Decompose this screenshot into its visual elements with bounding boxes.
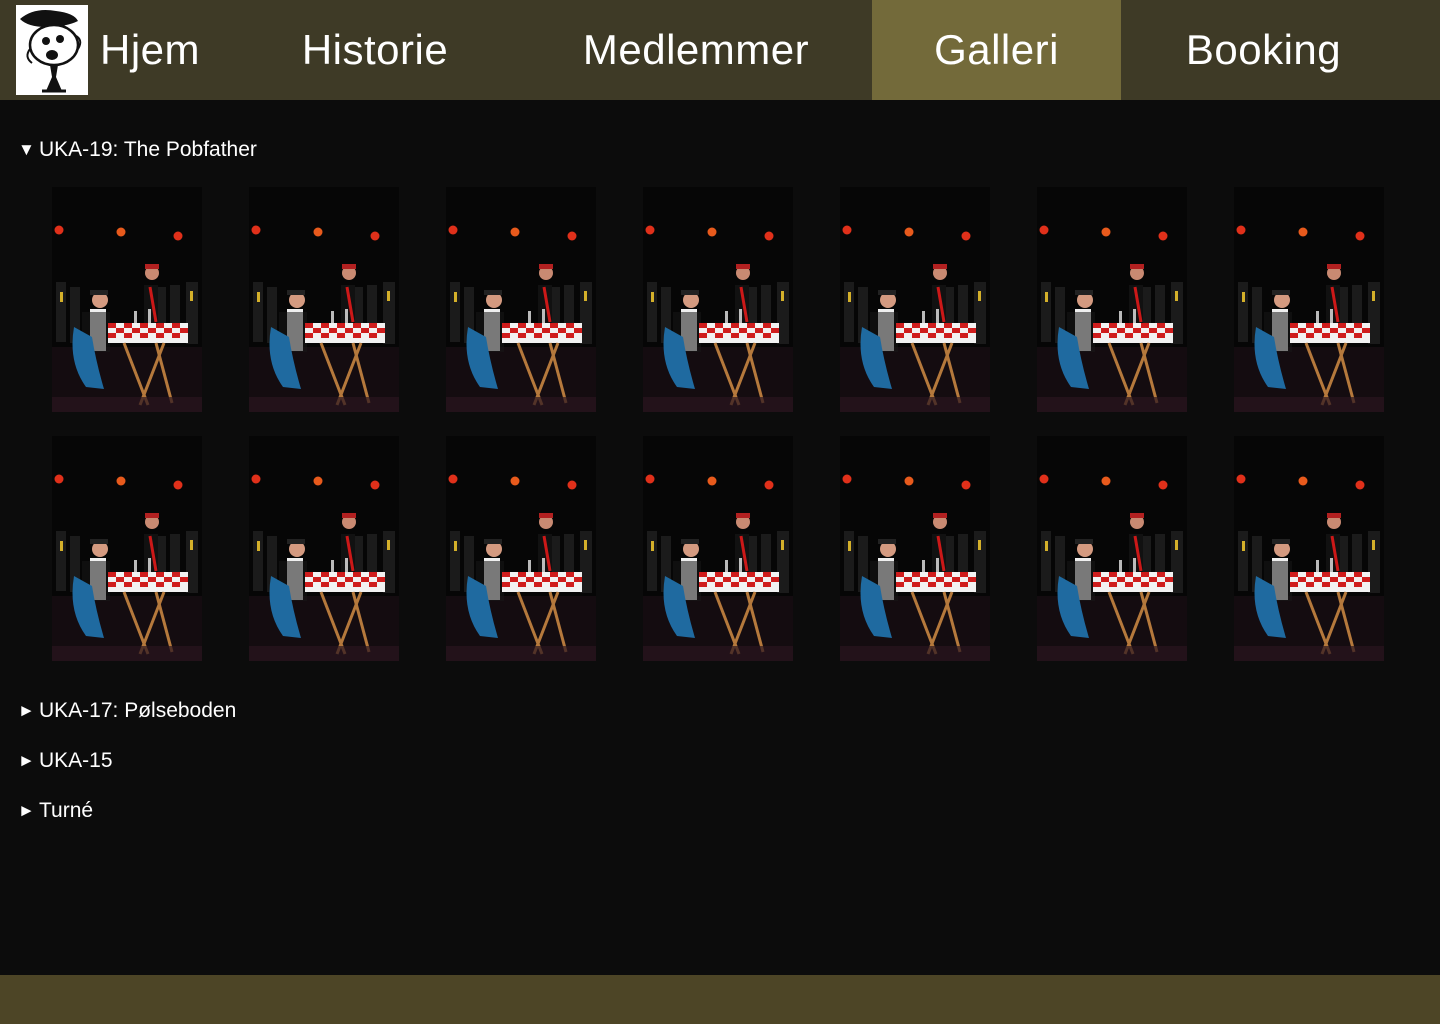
- section-uka17-toggle[interactable]: ► UKA-17: Pølseboden: [18, 696, 236, 726]
- nav-hjem[interactable]: Hjem: [100, 0, 200, 100]
- section-uka19-toggle[interactable]: ▼ UKA-19: The Pobfather: [18, 135, 257, 165]
- section-title: UKA-17: Pølseboden: [39, 699, 237, 722]
- gallery-photo[interactable]: [446, 436, 596, 661]
- gallery-photo[interactable]: [1234, 436, 1384, 661]
- section-title: Turné: [39, 799, 94, 822]
- gallery-photo[interactable]: [1234, 187, 1384, 412]
- gallery-photo[interactable]: [446, 187, 596, 412]
- triangle-right-icon: ►: [18, 801, 35, 820]
- gallery-photo[interactable]: [1037, 187, 1187, 412]
- nav-booking[interactable]: Booking: [1121, 0, 1406, 100]
- gallery-photo[interactable]: [249, 436, 399, 661]
- logo-icon[interactable]: [16, 5, 88, 95]
- gallery-photo[interactable]: [643, 436, 793, 661]
- triangle-right-icon: ►: [18, 751, 35, 770]
- nav-historie[interactable]: Historie: [250, 0, 500, 100]
- gallery-photo[interactable]: [52, 187, 202, 412]
- triangle-down-icon: ▼: [18, 140, 35, 159]
- gallery-photo[interactable]: [52, 436, 202, 661]
- section-title: UKA-19: The Pobfather: [39, 138, 257, 161]
- nav-galleri[interactable]: Galleri: [872, 0, 1121, 100]
- footer: [0, 975, 1440, 1024]
- section-title: UKA-15: [39, 749, 113, 772]
- nav-medlemmer[interactable]: Medlemmer: [560, 0, 832, 100]
- gallery-photo[interactable]: [249, 187, 399, 412]
- gallery-photo[interactable]: [643, 187, 793, 412]
- section-turne-toggle[interactable]: ► Turné: [18, 796, 93, 826]
- photo-gallery: [52, 187, 1388, 662]
- top-navigation: Hjem Historie Medlemmer Galleri Booking: [0, 0, 1440, 100]
- triangle-right-icon: ►: [18, 701, 35, 720]
- gallery-photo[interactable]: [840, 436, 990, 661]
- section-uka15-toggle[interactable]: ► UKA-15: [18, 746, 113, 776]
- gallery-photo[interactable]: [840, 187, 990, 412]
- gallery-photo[interactable]: [1037, 436, 1187, 661]
